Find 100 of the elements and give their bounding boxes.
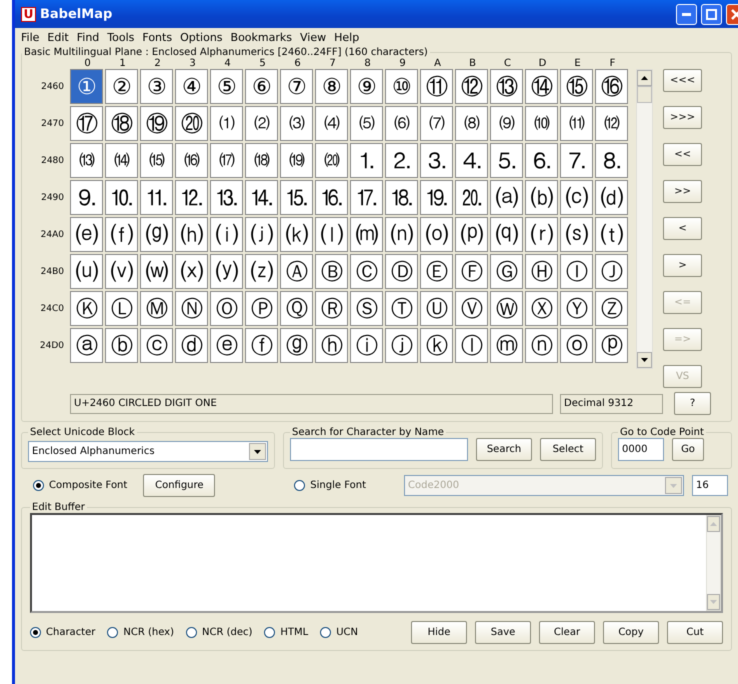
character-cell[interactable]: Ⓠ xyxy=(280,291,313,326)
menu-item[interactable]: File xyxy=(17,30,44,45)
character-cell[interactable]: ⓕ xyxy=(245,328,278,363)
character-cell[interactable]: ⓞ xyxy=(560,328,593,363)
character-cell[interactable]: Ⓞ xyxy=(210,291,243,326)
radio-button[interactable] xyxy=(30,627,41,638)
menu-item[interactable]: Bookmarks xyxy=(226,30,296,45)
navigation-button[interactable]: < xyxy=(663,217,702,240)
character-cell[interactable]: ⒝ xyxy=(525,180,558,215)
character-cell[interactable]: ⒓ xyxy=(175,180,208,215)
character-cell[interactable]: ⒊ xyxy=(420,143,453,178)
character-cell[interactable]: ⒈ xyxy=(350,143,383,178)
character-cell[interactable]: ⒆ xyxy=(280,143,313,178)
character-cell[interactable]: ⒫ xyxy=(455,217,488,252)
character-cell[interactable]: Ⓣ xyxy=(385,291,418,326)
character-cell[interactable]: Ⓒ xyxy=(350,254,383,289)
radio-button[interactable] xyxy=(320,627,332,638)
character-cell[interactable]: ⒂ xyxy=(140,143,173,178)
character-cell[interactable]: ⒑ xyxy=(105,180,138,215)
character-cell[interactable]: ⓟ xyxy=(595,328,628,363)
character-cell[interactable]: ① xyxy=(70,69,103,104)
character-cell[interactable]: Ⓓ xyxy=(385,254,418,289)
character-cell[interactable]: ⒁ xyxy=(105,143,138,178)
character-cell[interactable]: ⒟ xyxy=(595,180,628,215)
character-cell[interactable]: ⑫ xyxy=(455,69,488,104)
character-cell[interactable]: Ⓟ xyxy=(245,291,278,326)
character-cell[interactable]: ⑱ xyxy=(105,106,138,141)
character-cell[interactable]: Ⓑ xyxy=(315,254,348,289)
minimize-button[interactable] xyxy=(676,4,697,24)
character-cell[interactable]: ⑩ xyxy=(385,69,418,104)
character-cell[interactable]: ⒗ xyxy=(315,180,348,215)
character-cell[interactable]: Ⓦ xyxy=(490,291,523,326)
character-cell[interactable]: ⑹ xyxy=(385,106,418,141)
character-cell[interactable]: ⒦ xyxy=(280,217,313,252)
character-cell[interactable]: ⒘ xyxy=(350,180,383,215)
character-cell[interactable]: ⒜ xyxy=(490,180,523,215)
character-cell[interactable]: ⒄ xyxy=(210,143,243,178)
character-cell[interactable]: ⑵ xyxy=(245,106,278,141)
character-cell[interactable]: ⑥ xyxy=(245,69,278,104)
character-cell[interactable]: ⒤ xyxy=(210,217,243,252)
character-cell[interactable]: ⒀ xyxy=(70,143,103,178)
search-action-button[interactable]: Select xyxy=(540,438,596,461)
character-cell[interactable]: ⓗ xyxy=(315,328,348,363)
radio-label[interactable]: NCR (dec) xyxy=(202,627,252,638)
character-cell[interactable]: Ⓢ xyxy=(350,291,383,326)
character-cell[interactable]: Ⓧ xyxy=(525,291,558,326)
character-cell[interactable]: ⒰ xyxy=(70,254,103,289)
radio-button[interactable] xyxy=(33,480,44,491)
character-cell[interactable]: ⒋ xyxy=(455,143,488,178)
buffer-action-button[interactable]: Clear xyxy=(539,621,595,644)
vertical-scrollbar[interactable] xyxy=(636,69,653,369)
character-cell[interactable]: ⒒ xyxy=(140,180,173,215)
character-cell[interactable]: ⓑ xyxy=(105,328,138,363)
character-cell[interactable]: ⒯ xyxy=(595,217,628,252)
character-cell[interactable]: Ⓩ xyxy=(595,291,628,326)
menu-item[interactable]: Edit xyxy=(43,30,73,45)
character-cell[interactable]: Ⓙ xyxy=(595,254,628,289)
character-cell[interactable]: ⒛ xyxy=(455,180,488,215)
character-cell[interactable]: ⑿ xyxy=(595,106,628,141)
character-cell[interactable]: ⓘ xyxy=(350,328,383,363)
character-cell[interactable]: ⓝ xyxy=(525,328,558,363)
character-cell[interactable]: ⓒ xyxy=(140,328,173,363)
menu-item[interactable]: Find xyxy=(72,30,104,45)
character-cell[interactable]: ⒠ xyxy=(70,217,103,252)
configure-button[interactable]: Configure xyxy=(143,474,216,497)
character-cell[interactable]: ⒩ xyxy=(385,217,418,252)
menu-item[interactable]: Help xyxy=(330,30,364,45)
help-button[interactable]: ? xyxy=(674,392,711,415)
scroll-down-button[interactable] xyxy=(637,352,652,368)
character-cell[interactable]: Ⓗ xyxy=(525,254,558,289)
character-cell[interactable]: ⒮ xyxy=(560,217,593,252)
character-cell[interactable]: ⑺ xyxy=(420,106,453,141)
character-cell[interactable]: ⒱ xyxy=(105,254,138,289)
character-cell[interactable]: ④ xyxy=(175,69,208,104)
character-cell[interactable]: ⒍ xyxy=(525,143,558,178)
character-cell[interactable]: ⓐ xyxy=(70,328,103,363)
character-cell[interactable]: ⒥ xyxy=(245,217,278,252)
character-cell[interactable]: ⒎ xyxy=(560,143,593,178)
character-cell[interactable]: ⑾ xyxy=(560,106,593,141)
radio-label[interactable]: Character xyxy=(46,627,96,638)
navigation-button[interactable]: >>> xyxy=(663,106,702,129)
font-size-spinner[interactable]: 16 xyxy=(692,475,728,496)
character-cell[interactable]: ⒖ xyxy=(280,180,313,215)
character-cell[interactable]: Ⓘ xyxy=(560,254,593,289)
character-cell[interactable]: ⑧ xyxy=(315,69,348,104)
menu-item[interactable]: Tools xyxy=(103,30,138,45)
scrollbar-thumb[interactable] xyxy=(637,86,652,103)
character-cell[interactable]: ⑳ xyxy=(175,106,208,141)
character-cell[interactable]: ⒡ xyxy=(105,217,138,252)
search-action-button[interactable]: Search xyxy=(476,438,532,461)
radio-label[interactable]: HTML xyxy=(280,627,308,638)
character-cell[interactable]: Ⓡ xyxy=(315,291,348,326)
character-cell[interactable]: ⑭ xyxy=(525,69,558,104)
block-dropdown[interactable]: Enclosed Alphanumerics xyxy=(28,441,268,462)
character-cell[interactable]: ② xyxy=(105,69,138,104)
scroll-up-button[interactable] xyxy=(637,70,652,86)
buffer-action-button[interactable]: Copy xyxy=(603,621,659,644)
radio-label[interactable]: Composite Font xyxy=(49,480,128,491)
maximize-button[interactable] xyxy=(701,4,722,24)
character-cell[interactable]: ⑲ xyxy=(140,106,173,141)
